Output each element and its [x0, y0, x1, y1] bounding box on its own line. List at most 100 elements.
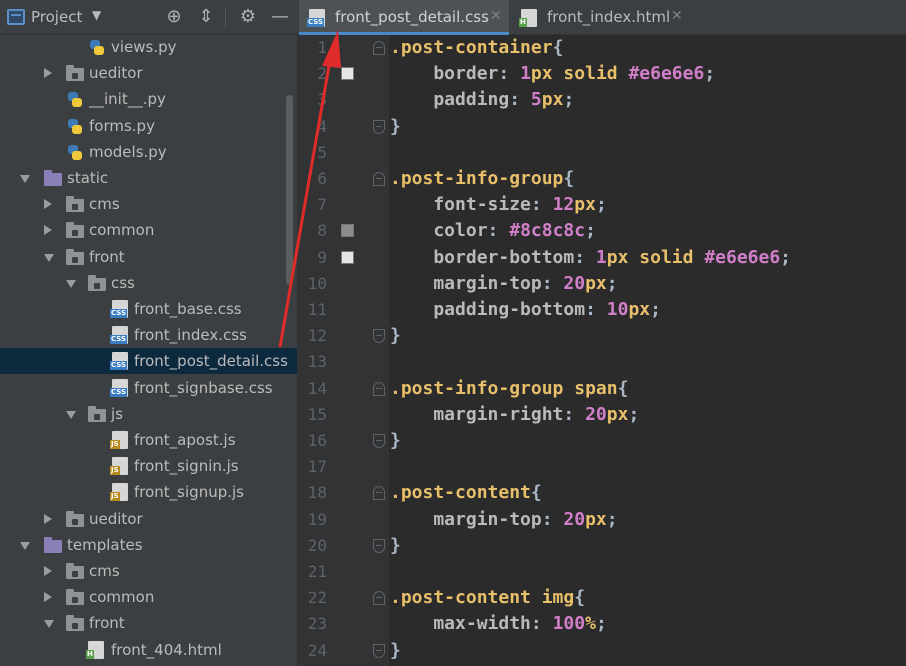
tree-item[interactable]: js — [0, 401, 297, 427]
chevron-down-icon[interactable] — [66, 410, 76, 419]
tree-item[interactable]: Hfront_404.html — [0, 637, 297, 663]
code-line[interactable]: border-bottom: 1px solid #e6e6e6; — [390, 245, 791, 271]
code-line[interactable]: } — [390, 533, 401, 559]
code-line[interactable]: } — [390, 323, 401, 349]
code-line[interactable]: color: #8c8c8c; — [390, 218, 596, 244]
tree-item[interactable]: ueditor — [0, 60, 297, 86]
folder-icon — [44, 170, 62, 186]
close-icon[interactable]: ✕ — [671, 8, 683, 24]
chevron-down-icon[interactable] — [66, 279, 76, 288]
chevron-right-icon[interactable] — [44, 592, 52, 603]
fold-marker-icon[interactable] — [373, 119, 385, 134]
tree-item[interactable]: front — [0, 610, 297, 636]
color-swatch[interactable] — [341, 67, 354, 81]
chevron-down-icon[interactable] — [44, 253, 54, 262]
tree-item[interactable]: CSS front_post_detail.css — [0, 348, 297, 375]
chevron-right-icon[interactable] — [44, 513, 52, 524]
folder-icon — [66, 615, 84, 632]
code-token-num: 20 — [563, 272, 586, 294]
fold-marker-icon[interactable] — [373, 486, 385, 501]
tree-item[interactable]: CSS front_base.css — [0, 296, 297, 322]
code-line[interactable]: padding-bottom: 10px; — [390, 297, 661, 323]
tree-scrollbar[interactable] — [286, 95, 293, 285]
close-icon[interactable]: ✕ — [490, 8, 502, 24]
fold-marker-icon[interactable] — [373, 434, 385, 448]
tree-item[interactable]: JS front_signin.js — [0, 453, 297, 479]
chevron-right-icon[interactable] — [44, 68, 52, 79]
code-token-num: 1 — [520, 63, 531, 85]
tree-item[interactable]: ueditor — [0, 506, 297, 532]
tree-item[interactable]: common — [0, 584, 297, 610]
code-line[interactable]: .post-content img{ — [390, 585, 585, 611]
tree-item[interactable]: cms — [0, 191, 297, 217]
chevron-down-icon[interactable]: ▼ — [92, 8, 101, 22]
chevron-down-icon[interactable] — [20, 175, 30, 183]
line-number: 13 — [307, 352, 327, 372]
code-token-unit: px — [585, 508, 607, 530]
tab-front-post-detail-css[interactable]: CSS front_post_detail.css ✕ — [299, 0, 509, 35]
fold-marker-icon[interactable] — [373, 538, 385, 553]
tree-item[interactable]: JS front_signup.js — [0, 479, 297, 505]
code-line[interactable]: .post-container{ — [390, 35, 563, 61]
code-line[interactable]: border: 1px solid #e6e6e6; — [390, 61, 715, 87]
code-line[interactable]: .post-info-group span{ — [390, 376, 628, 402]
folder-icon — [88, 274, 106, 291]
chevron-down-icon[interactable] — [20, 541, 30, 550]
chevron-right-icon[interactable] — [44, 225, 52, 236]
collapse-all-icon[interactable]: ⇕ — [194, 5, 218, 29]
color-swatch[interactable] — [341, 224, 354, 238]
html-file-icon: H — [86, 640, 104, 659]
code-line[interactable]: padding: 5px; — [390, 87, 574, 113]
gear-icon[interactable]: ⚙ — [236, 5, 260, 29]
project-panel-header: Project ▼ ⊕ ⇕ ⚙ — — [0, 0, 297, 35]
fold-marker-icon[interactable] — [373, 591, 385, 606]
hide-panel-icon[interactable]: — — [268, 5, 292, 29]
code-line[interactable]: } — [390, 638, 401, 664]
tree-item[interactable]: front — [0, 244, 297, 270]
line-number: 14 — [307, 378, 327, 398]
code-line[interactable]: } — [390, 428, 401, 454]
code-line[interactable]: margin-top: 20px; — [390, 271, 617, 297]
code-line[interactable]: margin-right: 20px; — [390, 402, 639, 428]
tab-front-index-html[interactable]: H front_index.html ✕ — [511, 0, 691, 35]
tree-item[interactable]: css — [0, 270, 297, 296]
color-swatch[interactable] — [341, 250, 354, 264]
tree-item[interactable]: static — [0, 165, 297, 191]
tree-item-label: cms — [89, 562, 120, 580]
code-line[interactable]: .post-content{ — [390, 480, 542, 506]
fold-marker-icon[interactable] — [373, 643, 385, 658]
locate-file-icon[interactable]: ⊕ — [162, 5, 186, 29]
tree-item-label: js — [111, 404, 123, 423]
fold-marker-icon[interactable] — [373, 41, 385, 55]
chevron-right-icon[interactable] — [44, 566, 52, 576]
code-token-kw: solid — [552, 63, 629, 85]
code-line[interactable]: font-size: 12px; — [390, 192, 606, 218]
tree-item[interactable]: common — [0, 217, 297, 243]
code-token-unit: px — [530, 63, 553, 85]
tree-item[interactable]: forms.py — [0, 113, 297, 139]
fold-marker-icon[interactable] — [373, 381, 385, 396]
tree-item[interactable]: templates — [0, 532, 297, 558]
code-token-prop: margin-right — [390, 403, 564, 425]
header-divider — [225, 8, 226, 28]
chevron-right-icon[interactable] — [44, 199, 52, 210]
tree-item[interactable]: CSS front_signbase.css — [0, 375, 297, 401]
chevron-down-icon[interactable] — [44, 620, 54, 629]
tree-item[interactable]: __init__.py — [0, 86, 297, 112]
code-line[interactable]: .post-info-group{ — [390, 166, 574, 192]
tree-item[interactable]: cms — [0, 558, 297, 584]
fold-marker-icon[interactable] — [373, 329, 385, 344]
tree-item[interactable]: CSS front_index.css — [0, 322, 297, 348]
tree-item[interactable]: views.py — [0, 34, 297, 60]
line-number: 10 — [307, 273, 327, 293]
code-line[interactable]: } — [390, 114, 401, 140]
tree-item[interactable]: models.py — [0, 139, 297, 165]
tree-item[interactable]: JS front_apost.js — [0, 427, 297, 453]
code-line[interactable]: margin-top: 20px; — [390, 507, 617, 533]
code-token-num: 1 — [595, 246, 607, 268]
fold-marker-icon[interactable] — [373, 172, 385, 186]
project-panel-title[interactable]: Project — [31, 8, 82, 26]
code-line[interactable]: max-width: 100%; — [390, 611, 606, 637]
folder-icon — [44, 536, 62, 553]
line-number: 5 — [317, 142, 327, 162]
